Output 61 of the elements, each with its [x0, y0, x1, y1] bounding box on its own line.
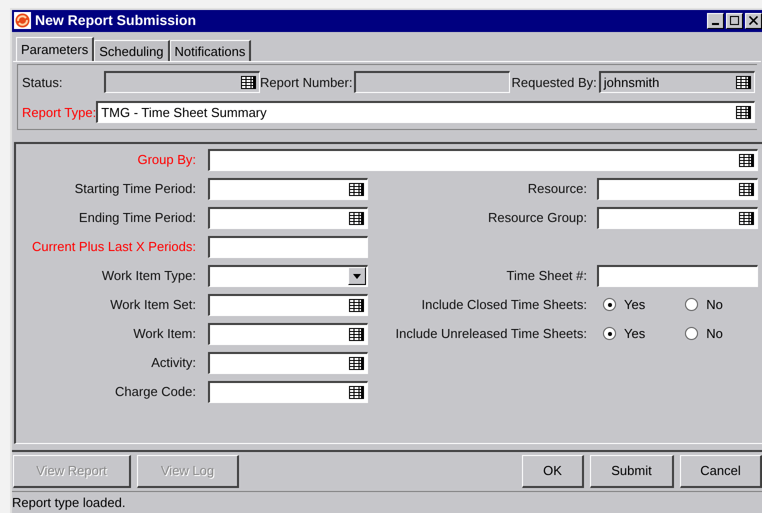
field-label: Group By:: [136, 151, 196, 170]
dialog-button[interactable]: Cancel: [680, 454, 762, 488]
lookup-grid-icon[interactable]: [349, 182, 364, 196]
tab[interactable]: Parameters: [16, 37, 94, 62]
lookup-grid-icon[interactable]: [349, 356, 364, 370]
lookup-grid-icon[interactable]: [349, 298, 364, 312]
close-button[interactable]: [745, 12, 762, 29]
dialog-button[interactable]: Submit: [590, 454, 674, 488]
status-bar-text: Report type loaded.: [12, 494, 126, 512]
lookup-grid-icon[interactable]: [739, 154, 754, 167]
field-label: Report Type:: [22, 104, 96, 122]
field-label: Charge Code:: [114, 383, 196, 402]
input-field[interactable]: [208, 148, 758, 171]
minimize-button[interactable]: [707, 12, 724, 29]
field-label: Current Plus Last X Periods:: [30, 238, 196, 256]
input-field[interactable]: [597, 178, 758, 200]
field-label: Time Sheet #:: [506, 267, 587, 286]
input-field[interactable]: [208, 236, 368, 258]
input-field[interactable]: TMG - Time Sheet Summary: [96, 101, 755, 124]
field-label: Ending Time Period:: [78, 209, 196, 228]
radio-option[interactable]: No: [685, 295, 723, 315]
tab[interactable]: Scheduling: [94, 40, 170, 62]
input-field[interactable]: [208, 322, 368, 345]
lookup-grid-icon[interactable]: [349, 212, 364, 225]
lookup-grid-icon[interactable]: [736, 106, 751, 120]
input-field[interactable]: [208, 294, 368, 316]
window-title: New Report Submission: [35, 11, 198, 30]
field-label: Work Item Set:: [109, 296, 196, 314]
lookup-grid-icon[interactable]: [349, 386, 364, 399]
field-label: Include Unreleased Time Sheets:: [396, 325, 587, 344]
field-label: Include Closed Time Sheets:: [422, 296, 587, 314]
minimize-icon: [712, 22, 719, 25]
field-label: Work Item Type:: [100, 267, 196, 286]
dialog-button[interactable]: OK: [522, 454, 584, 488]
lookup-grid-icon[interactable]: [739, 212, 754, 225]
field-label: Work Item:: [132, 325, 196, 344]
close-icon: [749, 16, 758, 26]
radio-option[interactable]: Yes: [603, 324, 646, 344]
app-logo-icon: [14, 12, 31, 30]
maximize-button[interactable]: [726, 12, 743, 29]
input-field[interactable]: [208, 380, 368, 403]
lookup-grid-icon[interactable]: [349, 328, 364, 341]
radio-option[interactable]: Yes: [603, 295, 646, 315]
field-label: Activity:: [150, 354, 196, 372]
field-label: Requested By:: [511, 74, 597, 92]
radio-option[interactable]: No: [685, 324, 723, 344]
tab[interactable]: Notifications: [170, 40, 252, 62]
caret-icon[interactable]: [353, 274, 361, 279]
lookup-grid-icon[interactable]: [739, 182, 754, 196]
field-label: Status:: [22, 74, 64, 92]
input-field[interactable]: [208, 178, 368, 200]
input-field[interactable]: [597, 264, 758, 287]
field-label: Resource:: [528, 180, 587, 198]
field-label: Resource Group:: [488, 209, 587, 228]
dropdown-field[interactable]: [208, 264, 368, 287]
input-field[interactable]: [208, 206, 368, 229]
input-field[interactable]: [597, 206, 758, 229]
field-label: Report Number:: [260, 74, 352, 92]
field-label: Starting Time Period:: [74, 180, 196, 198]
maximize-icon: [730, 16, 739, 26]
input-field[interactable]: [208, 352, 368, 374]
